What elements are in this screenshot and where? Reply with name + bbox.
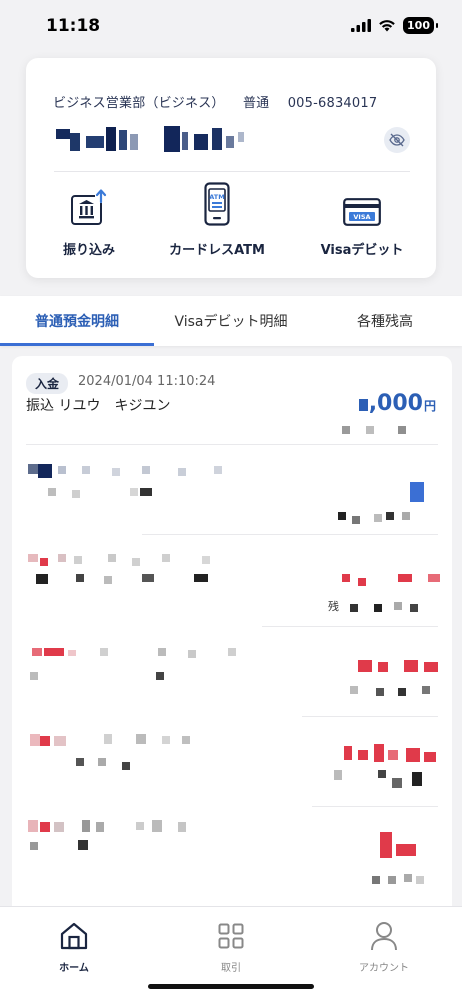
card-divider xyxy=(54,171,410,172)
account-card: ビジネス営業部（ビジネス） 普通 005-6834017 振り込み ATM カー… xyxy=(26,58,436,278)
visa-card-icon: VISA xyxy=(343,198,381,226)
tab-savings-statement[interactable]: 普通預金明細 xyxy=(0,296,154,346)
account-number: 005-6834017 xyxy=(287,96,378,111)
home-icon xyxy=(60,922,88,950)
bank-transfer-icon xyxy=(71,189,107,225)
status-icons: 100 xyxy=(351,16,438,34)
row-divider xyxy=(302,716,438,717)
nav-account-label: アカウント xyxy=(359,963,409,974)
svg-text:ATM: ATM xyxy=(209,193,224,201)
deposit-badge: 入金 xyxy=(26,373,69,394)
row-divider xyxy=(142,534,438,535)
transaction-item-masked[interactable] xyxy=(12,636,452,718)
amount-value: ,000 xyxy=(368,391,423,416)
signal-icon xyxy=(351,18,372,32)
visa-debit-button[interactable]: VISA Visaデビット xyxy=(312,184,412,258)
nav-home-label: ホーム xyxy=(59,963,89,974)
transaction-amount: ,000円 xyxy=(358,391,436,416)
nav-account[interactable]: アカウント xyxy=(334,919,434,974)
eye-slash-icon xyxy=(389,133,405,147)
currency-unit: 円 xyxy=(423,399,436,413)
svg-text:VISA: VISA xyxy=(353,213,370,221)
transaction-item-masked[interactable]: 残 xyxy=(12,544,452,626)
quick-actions: 振り込み ATM カードレスATM VISA Visaデビット xyxy=(26,182,436,264)
balance-label: 残 xyxy=(328,600,339,613)
status-bar: 11:18 100 xyxy=(0,0,462,50)
wifi-icon xyxy=(379,19,395,31)
transaction-item[interactable]: 入金 2024/01/04 11:10:24 振込 リユウ キジユン ,000円 xyxy=(12,356,452,446)
transaction-list: 入金 2024/01/04 11:10:24 振込 リユウ キジユン ,000円 xyxy=(12,356,452,908)
row-divider xyxy=(26,444,438,445)
transaction-description: 振込 リユウ キジユン xyxy=(26,398,171,414)
visa-debit-label: Visaデビット xyxy=(320,243,404,258)
transaction-item-masked[interactable] xyxy=(12,728,452,810)
nav-transactions[interactable]: 取引 xyxy=(181,919,281,974)
toggle-visibility-button[interactable] xyxy=(384,127,410,153)
battery-indicator: 100 xyxy=(403,16,438,34)
row-divider xyxy=(262,626,438,627)
transaction-item-masked[interactable] xyxy=(12,816,452,908)
cardless-atm-button[interactable]: ATM カードレスATM xyxy=(163,182,271,258)
account-type: 普通 xyxy=(242,96,270,111)
branch-name: ビジネス営業部（ビジネス） xyxy=(53,96,225,111)
transaction-datetime: 2024/01/04 11:10:24 xyxy=(78,374,216,389)
nav-home[interactable]: ホーム xyxy=(24,919,124,974)
cardless-atm-label: カードレスATM xyxy=(169,243,265,258)
user-icon xyxy=(371,922,397,951)
masked-account-holder xyxy=(56,124,306,158)
account-info-line: ビジネス営業部（ビジネス） 普通 005-6834017 xyxy=(53,92,391,111)
transfer-label: 振り込み xyxy=(62,243,115,258)
transfer-button[interactable]: 振り込み xyxy=(54,184,124,258)
tab-balances[interactable]: 各種残高 xyxy=(308,296,462,346)
nav-transactions-label: 取引 xyxy=(221,963,241,974)
statement-tabs: 普通預金明細 Visaデビット明細 各種残高 xyxy=(0,296,462,346)
status-time: 11:18 xyxy=(46,16,101,36)
tab-visa-debit-statement[interactable]: Visaデビット明細 xyxy=(154,296,308,346)
masked-digit xyxy=(358,399,368,411)
grid-icon xyxy=(218,923,244,949)
row-divider xyxy=(312,806,438,807)
home-indicator[interactable] xyxy=(148,984,314,989)
transaction-item-masked[interactable] xyxy=(12,454,452,534)
atm-phone-icon: ATM xyxy=(204,182,230,226)
